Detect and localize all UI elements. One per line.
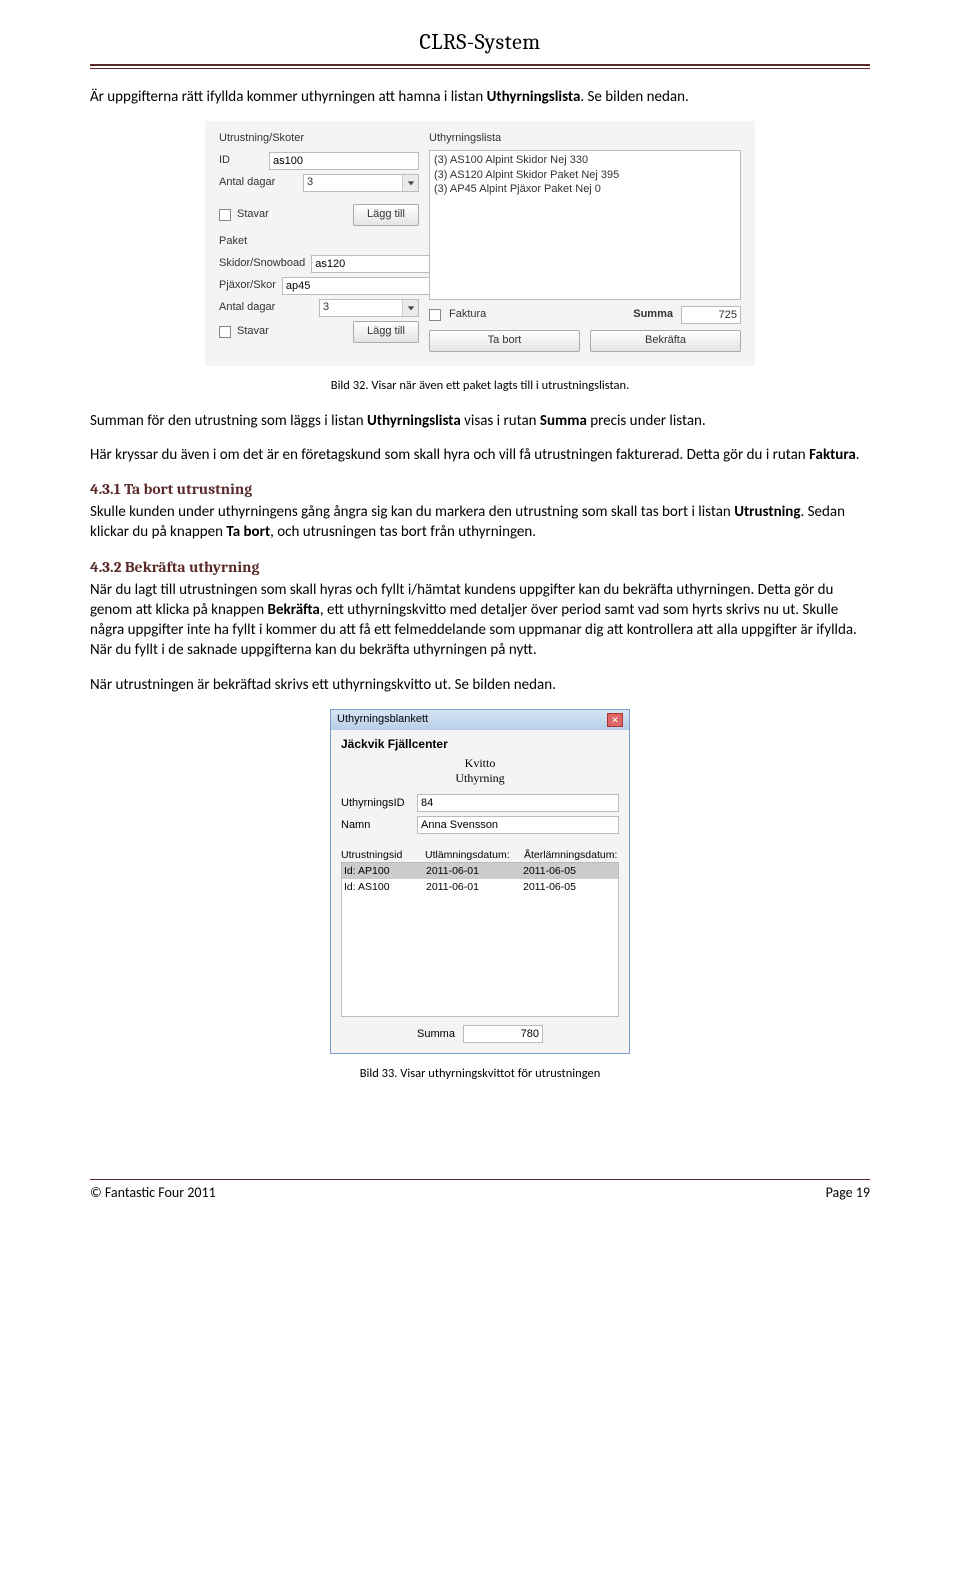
list-item[interactable]: (3) AP45 Alpint Pjäxor Paket Nej 0 <box>434 182 736 197</box>
rental-listbox[interactable]: (3) AS100 Alpint Skidor Nej 330 (3) AS12… <box>429 150 741 300</box>
uthyrningsid-label: UthyrningsID <box>341 796 411 811</box>
table-header: Utrustningsid Utlämningsdatum: Återlämni… <box>341 848 619 862</box>
ski-label: Skidor/Snowboad <box>219 256 305 271</box>
bekrafta-button[interactable]: Bekräfta <box>590 330 741 352</box>
add-button-bottom[interactable]: Lägg till <box>353 321 419 343</box>
intro-paragraph: Är uppgifterna rätt ifyllda kommer uthyr… <box>90 87 870 107</box>
list-title: Uthyrningslista <box>429 131 741 146</box>
dialog-summa-label: Summa <box>417 1027 455 1042</box>
dialog-summa-value <box>463 1025 543 1043</box>
summa-paragraph: Summan för den utrustning som läggs i li… <box>90 411 870 431</box>
chevron-down-icon <box>402 300 418 316</box>
uthyrning-label: Uthyrning <box>455 771 504 785</box>
org-name: Jäckvik Fjällcenter <box>341 736 619 752</box>
faktura-paragraph: Här kryssar du även i om det är en föret… <box>90 445 870 465</box>
header-rule <box>90 64 870 69</box>
namn-input[interactable] <box>417 816 619 834</box>
dialog-titlebar[interactable]: Uthyrningsblankett ✕ <box>331 710 629 730</box>
tabort-button[interactable]: Ta bort <box>429 330 580 352</box>
chevron-down-icon <box>402 175 418 191</box>
receipt-intro: När utrustningen är bekräftad skrivs ett… <box>90 675 870 695</box>
tabort-paragraph: Skulle kunden under uthyrningens gång ån… <box>90 502 870 543</box>
footer-copyright: © Fantastic Four 2011 <box>90 1184 216 1203</box>
stavar-checkbox[interactable] <box>219 209 231 221</box>
faktura-label: Faktura <box>449 307 486 322</box>
receipt-dialog: Uthyrningsblankett ✕ Jäckvik Fjällcenter… <box>330 709 630 1054</box>
add-button-top[interactable]: Lägg till <box>353 204 419 226</box>
uthyrningsid-input[interactable] <box>417 794 619 812</box>
figure-caption-33: Bild 33. Visar uthyrningskvittot för utr… <box>360 1066 601 1083</box>
figure-caption-32: Bild 32. Visar när även ett paket lagts … <box>331 378 629 395</box>
bekrafta-paragraph: När du lagt till utrustningen som skall … <box>90 580 870 661</box>
group-paket: Paket <box>219 234 419 249</box>
pjaxor-input[interactable] <box>282 277 432 295</box>
summa-value: 725 <box>681 306 741 324</box>
days2-label: Antal dagar <box>219 300 313 315</box>
days-select[interactable]: 3 <box>303 174 419 192</box>
dialog-title: Uthyrningsblankett <box>337 712 428 727</box>
id-label: ID <box>219 153 263 168</box>
heading-432: 4.3.2 Bekräfta uthyrning <box>90 557 870 578</box>
stavar2-label: Stavar <box>237 324 269 339</box>
list-item[interactable]: (3) AS100 Alpint Skidor Nej 330 <box>434 153 736 168</box>
id-input[interactable] <box>269 152 419 170</box>
group-utrustning: Utrustning/Skoter <box>219 131 419 146</box>
kvitto-label: Kvitto <box>465 756 496 770</box>
footer-page: Page 19 <box>826 1184 870 1203</box>
days-label: Antal dagar <box>219 175 297 190</box>
receipt-list[interactable]: Id: AP1002011-06-012011-06-05 Id: AS1002… <box>341 862 619 1017</box>
table-row[interactable]: Id: AP1002011-06-012011-06-05 <box>342 863 618 879</box>
days2-select[interactable]: 3 <box>319 299 419 317</box>
close-icon[interactable]: ✕ <box>607 713 623 727</box>
rental-form-panel: Utrustning/Skoter ID Antal dagar 3 Stava… <box>205 121 755 366</box>
page-header: CLRS-System <box>90 28 870 64</box>
faktura-checkbox[interactable] <box>429 309 441 321</box>
list-item[interactable]: (3) AS120 Alpint Skidor Paket Nej 395 <box>434 168 736 183</box>
stavar-label: Stavar <box>237 207 269 222</box>
heading-431: 4.3.1 Ta bort utrustning <box>90 479 870 500</box>
table-row[interactable]: Id: AS1002011-06-012011-06-05 <box>342 879 618 895</box>
summa-label: Summa <box>633 307 673 322</box>
namn-label: Namn <box>341 818 411 833</box>
stavar2-checkbox[interactable] <box>219 326 231 338</box>
pjaxor-label: Pjäxor/Skor <box>219 278 276 293</box>
